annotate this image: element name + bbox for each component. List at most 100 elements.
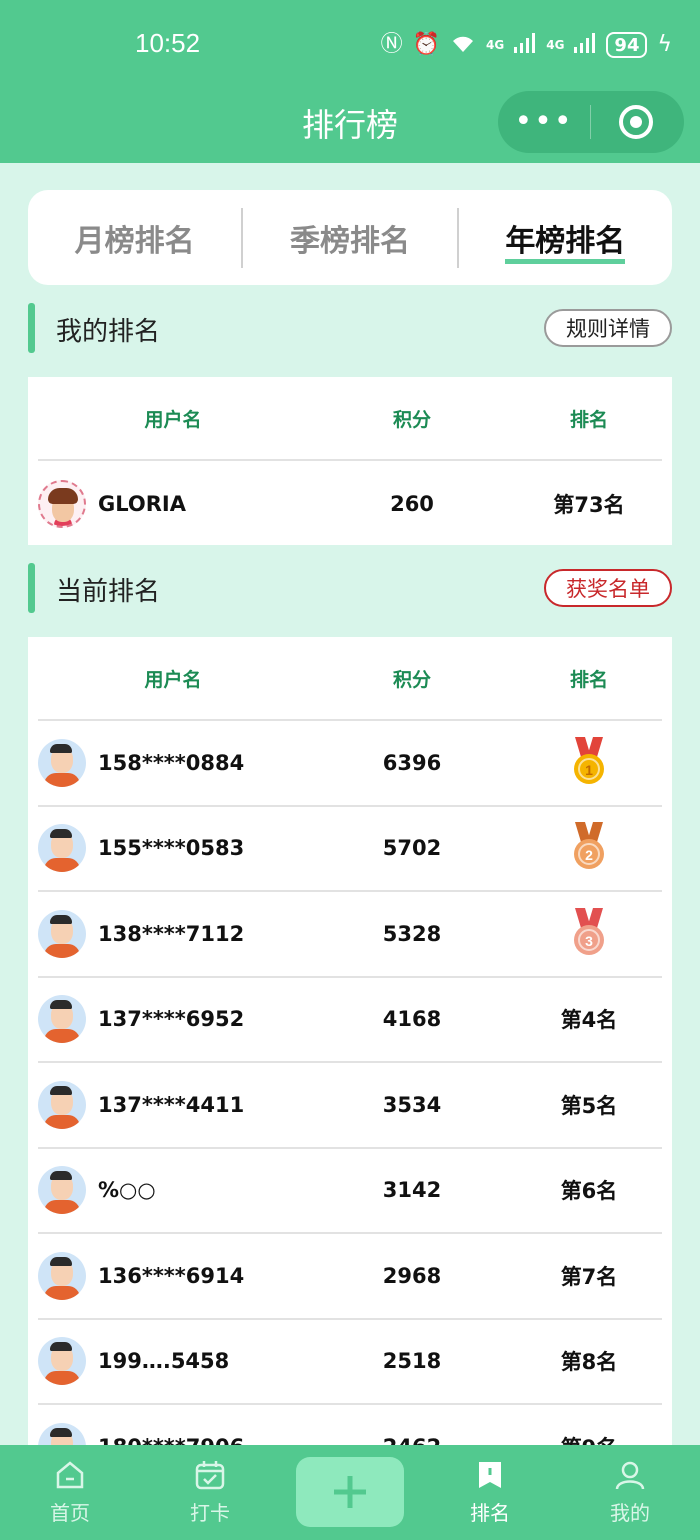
user-name: 199….5458 <box>98 1349 230 1374</box>
charging-icon: ϟ <box>657 32 672 57</box>
avatar <box>38 1166 86 1215</box>
plus-icon <box>334 1476 366 1508</box>
medal-rank-number: 3 <box>585 933 593 949</box>
table-row: 137****4411 3534 第5名 <box>38 1063 662 1149</box>
network-4g-label-2: 4G <box>546 38 565 52</box>
avatar <box>38 1080 86 1129</box>
rank: 第5名 <box>560 1093 618 1118</box>
table-header: 用户名 积分 排名 <box>38 377 662 461</box>
more-icon[interactable]: ••• <box>498 107 590 137</box>
network-4g-label-1: 4G <box>486 38 505 52</box>
signal-icon <box>574 32 596 58</box>
rank: 第8名 <box>560 1350 618 1375</box>
user-icon <box>615 1461 645 1490</box>
nav-home[interactable]: 首页 <box>0 1445 140 1540</box>
section-title: 当前排名 <box>56 577 161 607</box>
silver-medal-icon: 2 <box>574 822 604 870</box>
top-header: 10:52 Ⓝ ⏰ 4G 4G 94 ϟ 排行榜 ••• <box>0 0 700 163</box>
rank-cell: 3 <box>516 907 662 960</box>
table-row: 155****0583 5702 2 <box>38 807 662 892</box>
avatar <box>38 824 86 873</box>
gold-medal-icon: 1 <box>574 736 604 784</box>
nav-ranking[interactable]: 排名 <box>420 1445 560 1540</box>
rank-cell: 第6名 <box>516 1175 662 1205</box>
section-accent-bar <box>28 563 35 613</box>
nfc-icon: Ⓝ <box>380 32 403 57</box>
avatar <box>38 909 86 958</box>
section-title: 我的排名 <box>56 317 161 347</box>
rank-cell: 2 <box>516 822 662 874</box>
rank-cell: 1 <box>516 736 662 789</box>
column-header-rank: 排名 <box>569 408 608 431</box>
score: 6396 <box>382 750 442 775</box>
score: 5702 <box>382 836 442 861</box>
nav-mine[interactable]: 我的 <box>560 1445 700 1540</box>
nav-checkin[interactable]: 打卡 <box>140 1445 280 1540</box>
medal-rank-number: 1 <box>585 762 593 778</box>
medal-rank-number: 2 <box>585 847 593 863</box>
miniapp-capsule: ••• <box>498 91 684 153</box>
score: 2968 <box>382 1263 442 1288</box>
table-row: 199….5458 2518 第8名 <box>38 1320 662 1405</box>
tab-label: 月榜排名 <box>74 223 195 259</box>
score: 4168 <box>382 1007 442 1032</box>
alarm-icon: ⏰ <box>412 32 441 57</box>
avatar <box>38 479 86 528</box>
battery-level: 94 <box>614 34 640 56</box>
capsule-divider <box>590 105 591 139</box>
bronze-medal-icon: 3 <box>574 907 604 955</box>
nav-label: 我的 <box>610 1501 650 1525</box>
tab-label: 年榜排名 <box>505 223 626 264</box>
ranking-period-tabs: 月榜排名 季榜排名 年榜排名 <box>28 190 672 285</box>
rank: 第4名 <box>560 1008 618 1033</box>
current-rank-section-header: 当前排名 获奖名单 <box>28 563 672 613</box>
user-name: 138****7112 <box>98 921 245 946</box>
close-miniapp-icon[interactable] <box>619 105 653 139</box>
user-cell: 137****6952 <box>38 995 308 1044</box>
score: 2518 <box>382 1349 442 1374</box>
rank: 第6名 <box>560 1179 618 1204</box>
rank-cell: 第8名 <box>516 1346 662 1376</box>
score: 3142 <box>382 1178 442 1203</box>
user-cell: %○○ <box>38 1166 308 1215</box>
user-name: 155****0583 <box>98 836 245 861</box>
user-name: 136****6914 <box>98 1263 245 1288</box>
avatar <box>38 995 86 1044</box>
tab-monthly[interactable]: 月榜排名 <box>28 216 241 260</box>
table-row: 138****7112 5328 3 <box>38 892 662 978</box>
user-cell: 136****6914 <box>38 1251 308 1300</box>
column-header-user: 用户名 <box>144 408 202 431</box>
user-name: %○○ <box>98 1178 156 1203</box>
avatar <box>38 1337 86 1386</box>
user-name: 158****0884 <box>98 750 245 775</box>
table-row: GLORIA 260 第73名 <box>38 461 662 547</box>
rank-cell: 第5名 <box>516 1090 662 1120</box>
column-header-rank: 排名 <box>569 668 608 691</box>
calendar-check-icon <box>195 1461 225 1490</box>
user-name: GLORIA <box>98 491 186 516</box>
rank-cell: 第4名 <box>516 1004 662 1034</box>
rank: 第7名 <box>560 1264 618 1289</box>
my-rank-section-header: 我的排名 规则详情 <box>28 303 672 353</box>
status-time: 10:52 <box>135 28 201 58</box>
rank-cell: 第7名 <box>516 1261 662 1291</box>
nav-label: 打卡 <box>190 1501 230 1525</box>
status-icons: Ⓝ ⏰ 4G 4G 94 ϟ <box>381 30 672 60</box>
tab-quarterly[interactable]: 季榜排名 <box>243 216 456 260</box>
ranking-icon <box>479 1462 501 1488</box>
score: 3534 <box>382 1092 442 1117</box>
column-header-user: 用户名 <box>144 668 202 691</box>
nav-add[interactable] <box>280 1445 420 1540</box>
award-list-button[interactable]: 获奖名单 <box>544 569 672 607</box>
avatar <box>38 738 86 787</box>
add-button[interactable] <box>296 1457 404 1527</box>
table-header: 用户名 积分 排名 <box>38 637 662 721</box>
user-cell: 138****7112 <box>38 909 308 958</box>
ranking-list: 158****0884 6396 1 155****0583 5702 2 138****7… <box>28 721 672 1491</box>
rules-detail-button[interactable]: 规则详情 <box>544 309 672 347</box>
section-accent-bar <box>28 303 35 353</box>
bottom-tab-bar: 首页 打卡 排名 我的 <box>0 1445 700 1540</box>
user-cell: 137****4411 <box>38 1080 308 1129</box>
tab-yearly[interactable]: 年榜排名 <box>459 216 672 264</box>
table-row: %○○ 3142 第6名 <box>38 1149 662 1234</box>
